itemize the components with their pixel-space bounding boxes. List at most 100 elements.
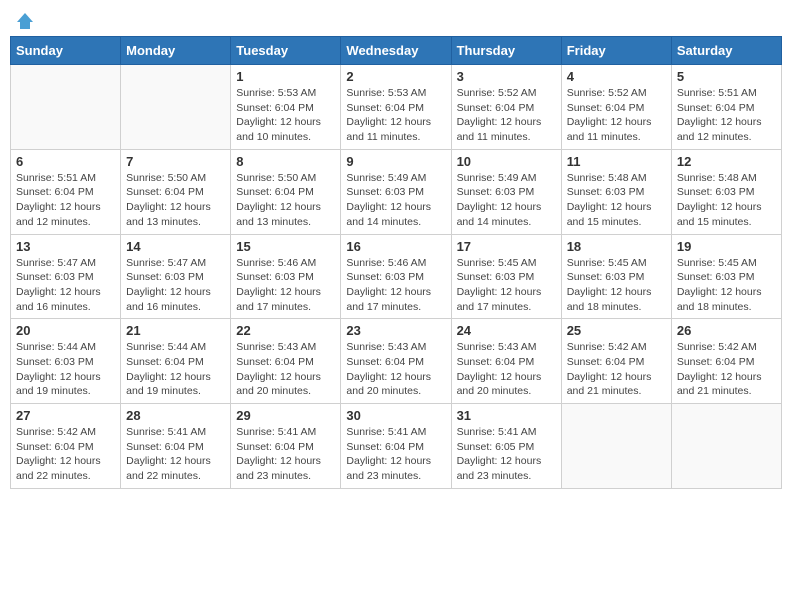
weekday-header-friday: Friday xyxy=(561,37,671,65)
day-number: 17 xyxy=(457,239,556,254)
day-info: Sunrise: 5:44 AM Sunset: 6:03 PM Dayligh… xyxy=(16,340,115,399)
calendar-cell: 17 Sunrise: 5:45 AM Sunset: 6:03 PM Dayli… xyxy=(451,234,561,319)
day-info: Sunrise: 5:49 AM Sunset: 6:03 PM Dayligh… xyxy=(346,171,445,230)
calendar-week-row: 13 Sunrise: 5:47 AM Sunset: 6:03 PM Dayli… xyxy=(11,234,782,319)
day-number: 5 xyxy=(677,69,776,84)
day-number: 13 xyxy=(16,239,115,254)
calendar-cell: 25 Sunrise: 5:42 AM Sunset: 6:04 PM Dayli… xyxy=(561,319,671,404)
weekday-header-saturday: Saturday xyxy=(671,37,781,65)
weekday-header-thursday: Thursday xyxy=(451,37,561,65)
day-number: 27 xyxy=(16,408,115,423)
calendar-cell: 19Sunrise: 5:45 AM Sunset: 6:03 PM Dayli… xyxy=(671,234,781,319)
day-info: Sunrise: 5:53 AM Sunset: 6:04 PM Dayligh… xyxy=(346,86,445,145)
day-number: 21 xyxy=(126,323,225,338)
calendar-cell: 12 Sunrise: 5:48 AM Sunset: 6:03 PM Dayli… xyxy=(671,149,781,234)
weekday-header-monday: Monday xyxy=(121,37,231,65)
day-number: 12 xyxy=(677,154,776,169)
day-info: Sunrise: 5:42 AM Sunset: 6:04 PM Dayligh… xyxy=(677,340,776,399)
day-info: Sunrise: 5:48 AM Sunset: 6:03 PM Dayligh… xyxy=(567,171,666,230)
calendar-cell: 4 Sunrise: 5:52 AM Sunset: 6:04 PM Daylig… xyxy=(561,65,671,150)
day-info: Sunrise: 5:45 AM Sunset: 6:03 PM Dayligh… xyxy=(457,256,556,315)
day-number: 26 xyxy=(677,323,776,338)
calendar-cell: 30Sunrise: 5:41 AM Sunset: 6:04 PM Dayli… xyxy=(341,404,451,489)
day-number: 20 xyxy=(16,323,115,338)
day-info: Sunrise: 5:52 AM Sunset: 6:04 PM Dayligh… xyxy=(457,86,556,145)
day-number: 19 xyxy=(677,239,776,254)
day-info: Sunrise: 5:49 AM Sunset: 6:03 PM Dayligh… xyxy=(457,171,556,230)
weekday-header-sunday: Sunday xyxy=(11,37,121,65)
day-info: Sunrise: 5:44 AM Sunset: 6:04 PM Dayligh… xyxy=(126,340,225,399)
day-number: 16 xyxy=(346,239,445,254)
day-info: Sunrise: 5:50 AM Sunset: 6:04 PM Dayligh… xyxy=(126,171,225,230)
day-number: 11 xyxy=(567,154,666,169)
calendar-cell: 15Sunrise: 5:46 AM Sunset: 6:03 PM Dayli… xyxy=(231,234,341,319)
day-info: Sunrise: 5:46 AM Sunset: 6:03 PM Dayligh… xyxy=(346,256,445,315)
day-info: Sunrise: 5:52 AM Sunset: 6:04 PM Dayligh… xyxy=(567,86,666,145)
calendar-cell: 26 Sunrise: 5:42 AM Sunset: 6:04 PM Dayli… xyxy=(671,319,781,404)
calendar-cell: 21 Sunrise: 5:44 AM Sunset: 6:04 PM Dayli… xyxy=(121,319,231,404)
calendar-cell xyxy=(11,65,121,150)
day-number: 9 xyxy=(346,154,445,169)
logo-icon xyxy=(16,12,34,30)
calendar-cell: 8 Sunrise: 5:50 AM Sunset: 6:04 PM Daylig… xyxy=(231,149,341,234)
day-number: 15 xyxy=(236,239,335,254)
day-info: Sunrise: 5:41 AM Sunset: 6:04 PM Dayligh… xyxy=(236,425,335,484)
calendar-cell: 27 Sunrise: 5:42 AM Sunset: 6:04 PM Dayli… xyxy=(11,404,121,489)
calendar-cell: 24 Sunrise: 5:43 AM Sunset: 6:04 PM Dayli… xyxy=(451,319,561,404)
day-info: Sunrise: 5:50 AM Sunset: 6:04 PM Dayligh… xyxy=(236,171,335,230)
day-number: 14 xyxy=(126,239,225,254)
calendar-cell: 22 Sunrise: 5:43 AM Sunset: 6:04 PM Dayli… xyxy=(231,319,341,404)
calendar-cell: 5 Sunrise: 5:51 AM Sunset: 6:04 PM Daylig… xyxy=(671,65,781,150)
day-number: 10 xyxy=(457,154,556,169)
day-number: 2 xyxy=(346,69,445,84)
calendar-cell: 2 Sunrise: 5:53 AM Sunset: 6:04 PM Daylig… xyxy=(341,65,451,150)
logo xyxy=(14,10,34,30)
day-number: 6 xyxy=(16,154,115,169)
calendar-cell xyxy=(561,404,671,489)
day-number: 24 xyxy=(457,323,556,338)
day-number: 29 xyxy=(236,408,335,423)
calendar-cell: 11 Sunrise: 5:48 AM Sunset: 6:03 PM Dayli… xyxy=(561,149,671,234)
day-number: 25 xyxy=(567,323,666,338)
calendar-cell: 7 Sunrise: 5:50 AM Sunset: 6:04 PM Daylig… xyxy=(121,149,231,234)
calendar-week-row: 20 Sunrise: 5:44 AM Sunset: 6:03 PM Dayli… xyxy=(11,319,782,404)
day-info: Sunrise: 5:43 AM Sunset: 6:04 PM Dayligh… xyxy=(457,340,556,399)
calendar-week-row: 27 Sunrise: 5:42 AM Sunset: 6:04 PM Dayli… xyxy=(11,404,782,489)
weekday-header-tuesday: Tuesday xyxy=(231,37,341,65)
calendar-cell: 16 Sunrise: 5:46 AM Sunset: 6:03 PM Dayli… xyxy=(341,234,451,319)
day-number: 22 xyxy=(236,323,335,338)
day-info: Sunrise: 5:42 AM Sunset: 6:04 PM Dayligh… xyxy=(16,425,115,484)
day-number: 3 xyxy=(457,69,556,84)
day-info: Sunrise: 5:47 AM Sunset: 6:03 PM Dayligh… xyxy=(126,256,225,315)
day-number: 7 xyxy=(126,154,225,169)
calendar-cell: 23 Sunrise: 5:43 AM Sunset: 6:04 PM Dayli… xyxy=(341,319,451,404)
calendar-cell: 13 Sunrise: 5:47 AM Sunset: 6:03 PM Dayli… xyxy=(11,234,121,319)
day-number: 8 xyxy=(236,154,335,169)
day-info: Sunrise: 5:41 AM Sunset: 6:04 PM Dayligh… xyxy=(126,425,225,484)
day-info: Sunrise: 5:41 AM Sunset: 6:05 PM Dayligh… xyxy=(457,425,556,484)
day-info: Sunrise: 5:53 AM Sunset: 6:04 PM Dayligh… xyxy=(236,86,335,145)
weekday-header-row: SundayMondayTuesdayWednesdayThursdayFrid… xyxy=(11,37,782,65)
day-info: Sunrise: 5:43 AM Sunset: 6:04 PM Dayligh… xyxy=(236,340,335,399)
day-info: Sunrise: 5:47 AM Sunset: 6:03 PM Dayligh… xyxy=(16,256,115,315)
calendar-cell xyxy=(671,404,781,489)
day-number: 23 xyxy=(346,323,445,338)
day-number: 18 xyxy=(567,239,666,254)
page-header xyxy=(10,10,782,30)
calendar-cell: 1Sunrise: 5:53 AM Sunset: 6:04 PM Daylig… xyxy=(231,65,341,150)
weekday-header-wednesday: Wednesday xyxy=(341,37,451,65)
calendar-week-row: 6Sunrise: 5:51 AM Sunset: 6:04 PM Daylig… xyxy=(11,149,782,234)
day-info: Sunrise: 5:48 AM Sunset: 6:03 PM Dayligh… xyxy=(677,171,776,230)
day-info: Sunrise: 5:42 AM Sunset: 6:04 PM Dayligh… xyxy=(567,340,666,399)
calendar-cell: 14 Sunrise: 5:47 AM Sunset: 6:03 PM Dayli… xyxy=(121,234,231,319)
calendar-cell xyxy=(121,65,231,150)
day-info: Sunrise: 5:51 AM Sunset: 6:04 PM Dayligh… xyxy=(677,86,776,145)
calendar-cell: 28 Sunrise: 5:41 AM Sunset: 6:04 PM Dayli… xyxy=(121,404,231,489)
day-info: Sunrise: 5:43 AM Sunset: 6:04 PM Dayligh… xyxy=(346,340,445,399)
calendar-week-row: 1Sunrise: 5:53 AM Sunset: 6:04 PM Daylig… xyxy=(11,65,782,150)
day-number: 28 xyxy=(126,408,225,423)
calendar-cell: 31Sunrise: 5:41 AM Sunset: 6:05 PM Dayli… xyxy=(451,404,561,489)
day-number: 30 xyxy=(346,408,445,423)
day-number: 4 xyxy=(567,69,666,84)
day-info: Sunrise: 5:45 AM Sunset: 6:03 PM Dayligh… xyxy=(567,256,666,315)
